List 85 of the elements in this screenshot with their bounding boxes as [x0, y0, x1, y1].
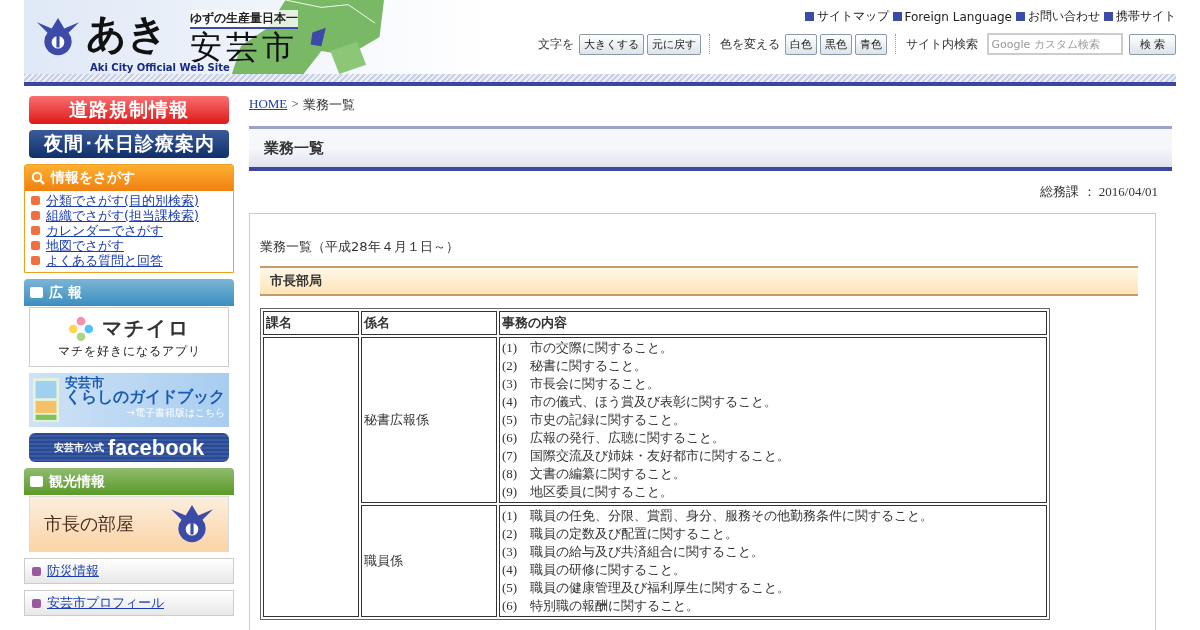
item-number: (6)	[502, 597, 519, 615]
duty-text: 文書の編纂に関すること。	[530, 465, 686, 483]
font-size-button[interactable]: 元に戻す	[646, 33, 701, 55]
duty-text: 職員の研修に関すること。	[530, 561, 686, 579]
search-button[interactable]: 検 索	[1128, 33, 1176, 55]
header-link[interactable]: 携帯サイト	[1116, 8, 1176, 25]
app-tagline: マチを好きになるアプリ	[57, 344, 201, 359]
search-link[interactable]: 地図でさがす	[46, 238, 124, 253]
clinic-info-banner[interactable]: 夜間･休日診療案内	[29, 130, 229, 158]
duty-text: 職員の給与及び共済組合に関すること。	[530, 543, 764, 561]
duty-text: 広報の発行、広聴に関すること。	[530, 429, 725, 447]
duty-text: 秘書に関すること。	[530, 357, 647, 375]
menu-link[interactable]: 安芸市プロフィール	[47, 594, 164, 612]
item-number: (1)	[502, 339, 519, 357]
duty-text: 特別職の報酬に関すること。	[530, 597, 699, 615]
banner-text: facebook	[107, 434, 205, 461]
breadcrumb-link[interactable]: HOME	[249, 96, 288, 114]
column-header: 課名	[263, 311, 359, 335]
breadcrumb-current: 業務一覧	[302, 96, 355, 114]
city-emblem-icon	[170, 503, 214, 545]
duty-text: 市の交際に関すること。	[530, 339, 673, 357]
search-link[interactable]: 分類でさがす(目的別検索)	[46, 193, 199, 208]
app-banner[interactable]: マチイロ マチを好きになるアプリ	[29, 307, 229, 367]
search-field[interactable]: Google カスタム検索	[986, 33, 1123, 55]
guidebook-banner[interactable]: 安芸市 くらしのガイドブック →電子書籍版はこちら	[29, 373, 229, 427]
item-number: (1)	[502, 507, 519, 525]
font-size-button[interactable]: 大きくする	[578, 33, 644, 55]
heading-text: 情報をさがす	[51, 169, 135, 187]
app-name: マチイロ	[102, 315, 190, 342]
heading-text: 広 報	[49, 283, 82, 302]
color-button[interactable]: 白色	[784, 33, 817, 55]
item-number: (3)	[502, 375, 519, 393]
duty-text: 市史の記録に関すること。	[530, 411, 686, 429]
item-number: (5)	[502, 579, 519, 597]
duty-text: 職員の健康管理及び福利厚生に関すること。	[530, 579, 790, 597]
header-link[interactable]: サイトマップ	[816, 8, 889, 25]
tagline: ゆずの生産量日本一	[190, 10, 298, 29]
duty-text: 国際交流及び姉妹・友好都市に関すること。	[530, 447, 790, 465]
color-label: 色を変える	[719, 35, 780, 53]
item-number: (9)	[502, 483, 519, 501]
item-number: (4)	[502, 561, 519, 579]
column-header: 事務の内容	[499, 311, 1047, 335]
duty-text: 市長会に関すること。	[530, 375, 660, 393]
department-date: 総務課 ： 2016/04/01	[1040, 183, 1158, 201]
search-icon	[31, 171, 45, 185]
section-heading: 市長部局	[260, 266, 1138, 296]
table-cell: 職員係	[361, 505, 497, 617]
menu-link[interactable]: 防災情報	[47, 562, 99, 580]
item-number: (7)	[502, 447, 519, 465]
item-number: (6)	[502, 429, 519, 447]
banner-text: 安芸市	[65, 375, 104, 390]
flower-icon	[68, 315, 94, 342]
color-button[interactable]: 黒色	[819, 33, 852, 55]
search-link[interactable]: よくある質問と回答	[46, 253, 163, 268]
item-number: (5)	[502, 411, 519, 429]
banner-text: →電子書籍版はこちら	[126, 406, 225, 420]
item-number: (2)	[502, 525, 519, 543]
header-link[interactable]: お問い合わせ	[1028, 8, 1100, 25]
intro-text: 業務一覧（平成28年４月１日～）	[260, 238, 460, 256]
search-label: サイト内検索	[905, 35, 978, 53]
logo-text: あき	[86, 8, 168, 58]
header-link[interactable]: Foreign Language	[904, 9, 1012, 24]
search-link[interactable]: カレンダーでさがす	[46, 223, 163, 238]
duty-text: 市の儀式、ほう賞及び表彰に関すること。	[530, 393, 777, 411]
road-info-banner[interactable]: 道路規制情報	[29, 96, 229, 124]
duty-text: 地区委員に関すること。	[530, 483, 673, 501]
duty-text: 職員の任免、分限、賞罰、身分、服務その他勤務条件に関すること。	[530, 507, 933, 525]
city-emblem-icon	[36, 16, 80, 58]
heading-text: 観光情報	[49, 472, 105, 491]
item-number: (8)	[502, 465, 519, 483]
mayor-room-banner[interactable]: 市長の部屋	[29, 496, 229, 552]
banner-text: 市長の部屋	[44, 512, 134, 536]
color-button[interactable]: 青色	[854, 33, 887, 55]
column-header: 係名	[361, 311, 497, 335]
breadcrumb-separator: >	[291, 96, 299, 113]
page-title: 業務一覧	[249, 126, 1172, 171]
duty-text: 職員の定数及び配置に関すること。	[530, 525, 738, 543]
banner-text: くらしのガイドブック	[65, 390, 225, 405]
banner-text: 安芸市公式	[53, 440, 104, 455]
item-number: (4)	[502, 393, 519, 411]
item-number: (2)	[502, 357, 519, 375]
table-cell: 秘書広報係	[361, 337, 497, 503]
font-size-label: 文字を	[537, 35, 574, 53]
item-number: (3)	[502, 543, 519, 561]
search-link[interactable]: 組織でさがす(担当課検索)	[46, 208, 199, 223]
